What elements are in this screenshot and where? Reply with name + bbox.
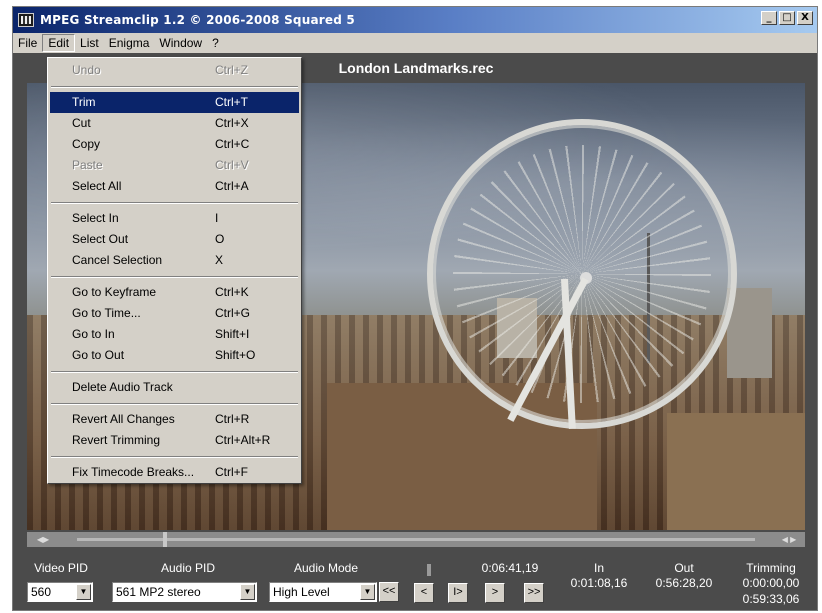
menu-edit[interactable]: Edit <box>42 34 76 52</box>
menu-item-cancel-selection[interactable]: Cancel Selection X <box>50 250 299 271</box>
audio-pid-select[interactable]: 561 MP2 stereo ▼ <box>112 582 257 602</box>
menu-item-select-out[interactable]: Select Out O <box>50 229 299 250</box>
audio-mode-label: Audio Mode <box>293 561 359 575</box>
menu-separator <box>50 366 299 377</box>
trimming-value: 0:00:00,00 <box>742 576 800 590</box>
step-back-button[interactable]: < <box>414 583 434 603</box>
pause-indicator <box>427 564 431 576</box>
menu-item-go-to-out[interactable]: Go to Out Shift+O <box>50 345 299 366</box>
rewind-button[interactable]: << <box>379 582 399 602</box>
trimming-duration: 0:59:33,06 <box>742 592 800 606</box>
play-button[interactable]: I> <box>448 583 468 603</box>
menu-item-revert-trimming[interactable]: Revert Trimming Ctrl+Alt+R <box>50 430 299 451</box>
menu-separator <box>50 81 299 92</box>
close-button[interactable]: X <box>797 11 813 25</box>
film-app-icon <box>18 13 34 27</box>
menu-bar: File Edit List Enigma Window ? <box>13 33 817 53</box>
menu-enigma[interactable]: Enigma <box>104 34 155 52</box>
menu-separator <box>50 271 299 282</box>
menu-item-trim[interactable]: Trim Ctrl+T <box>50 92 299 113</box>
edit-menu-dropdown: Undo Ctrl+Z Trim Ctrl+T Cut Ctrl+X Copy Ctrl… <box>47 57 302 484</box>
menu-item-go-to-time[interactable]: Go to Time... Ctrl+G <box>50 303 299 324</box>
menu-item-go-to-keyframe[interactable]: Go to Keyframe Ctrl+K <box>50 282 299 303</box>
in-label: In <box>593 561 604 575</box>
out-label: Out <box>674 561 694 575</box>
menu-item-paste[interactable]: Paste Ctrl+V <box>50 155 299 176</box>
step-forward-button[interactable]: > <box>485 583 505 603</box>
chevron-down-icon[interactable]: ▼ <box>240 584 255 600</box>
trimming-label: Trimming <box>746 561 796 575</box>
chevron-down-icon[interactable]: ▼ <box>76 584 91 600</box>
menu-item-revert-all-changes[interactable]: Revert All Changes Ctrl+R <box>50 409 299 430</box>
out-value: 0:56:28,20 <box>655 576 713 590</box>
menu-item-copy[interactable]: Copy Ctrl+C <box>50 134 299 155</box>
current-time: 0:06:41,19 <box>481 561 539 575</box>
menu-item-go-to-in[interactable]: Go to In Shift+I <box>50 324 299 345</box>
audio-mode-select[interactable]: High Level ▼ <box>269 582 377 602</box>
menu-item-select-in[interactable]: Select In I <box>50 208 299 229</box>
menu-separator <box>50 197 299 208</box>
chevron-down-icon[interactable]: ▼ <box>360 584 375 600</box>
london-eye-wheel <box>427 119 737 429</box>
menu-item-undo[interactable]: Undo Ctrl+Z <box>50 60 299 81</box>
menu-list[interactable]: List <box>75 34 104 52</box>
menu-separator <box>50 451 299 462</box>
seek-bar[interactable]: ◀▶ ◀ ▶ <box>27 532 805 547</box>
menu-separator <box>50 398 299 409</box>
menu-help[interactable]: ? <box>207 34 224 52</box>
in-value: 0:01:08,16 <box>570 576 628 590</box>
audio-pid-label: Audio PID <box>160 561 216 575</box>
maximize-button[interactable]: □ <box>779 11 795 25</box>
window-title: MPEG Streamclip 1.2 © 2006-2008 Squared … <box>40 13 355 27</box>
playhead[interactable] <box>163 532 167 547</box>
menu-file[interactable]: File <box>13 34 42 52</box>
volume-icon[interactable]: ◀▶ <box>31 534 55 545</box>
title-bar[interactable]: MPEG Streamclip 1.2 © 2006-2008 Squared … <box>13 7 817 33</box>
seek-track[interactable] <box>77 538 755 541</box>
menu-item-select-all[interactable]: Select All Ctrl+A <box>50 176 299 197</box>
video-pid-label: Video PID <box>34 561 88 575</box>
menu-window[interactable]: Window <box>154 34 207 52</box>
menu-item-fix-timecode-breaks[interactable]: Fix Timecode Breaks... Ctrl+F <box>50 462 299 483</box>
menu-item-cut[interactable]: Cut Ctrl+X <box>50 113 299 134</box>
minimize-button[interactable]: _ <box>761 11 777 25</box>
step-icon[interactable]: ◀ ▶ <box>777 534 801 545</box>
menu-item-delete-audio-track[interactable]: Delete Audio Track <box>50 377 299 398</box>
fast-forward-button[interactable]: >> <box>524 583 544 603</box>
video-pid-select[interactable]: 560 ▼ <box>27 582 93 602</box>
